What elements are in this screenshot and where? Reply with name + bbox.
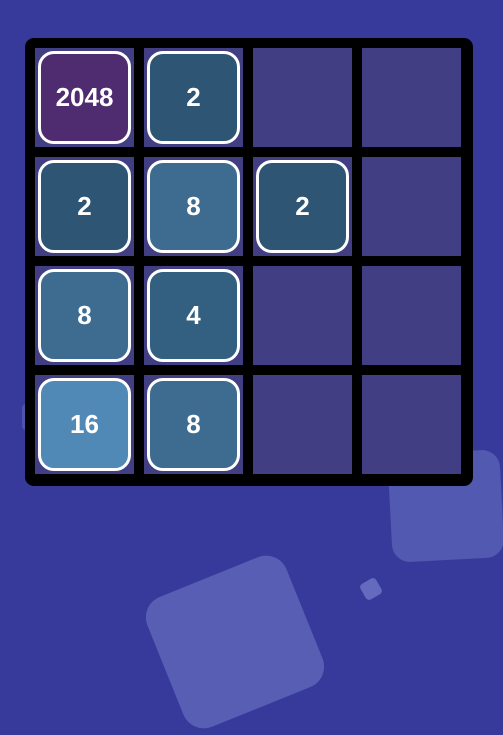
- grid-cell: [253, 266, 352, 365]
- tile-2: 2: [147, 51, 240, 144]
- tile-8: 8: [38, 269, 131, 362]
- tile-8: 8: [147, 160, 240, 253]
- grid-cell: [362, 48, 461, 147]
- tile-2048: 2048: [38, 51, 131, 144]
- grid-cell: [362, 266, 461, 365]
- tile-8: 8: [147, 378, 240, 471]
- grid-cell: [253, 48, 352, 147]
- tile-2: 2: [38, 160, 131, 253]
- grid-cell: [362, 157, 461, 256]
- grid-cell: [362, 375, 461, 474]
- tile-4: 4: [147, 269, 240, 362]
- grid-cell: [253, 375, 352, 474]
- background-decoration: [358, 576, 384, 602]
- background-decoration: [139, 549, 331, 735]
- tile-2: 2: [256, 160, 349, 253]
- tile-16: 16: [38, 378, 131, 471]
- game-board[interactable]: 2048 2 2 8 2 8 4 16 8: [25, 38, 473, 486]
